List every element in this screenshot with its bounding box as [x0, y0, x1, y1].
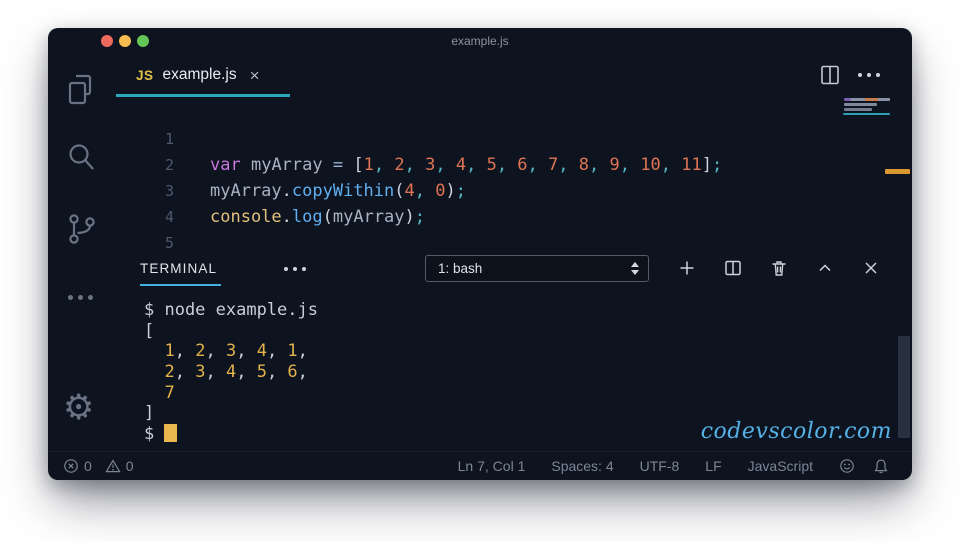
- editor-more-icon[interactable]: [858, 73, 880, 77]
- code-line: 1 var myArray = [1, 2, 3, 4, 5, 6, 7, 8,…: [48, 100, 838, 175]
- errors-count[interactable]: 0: [84, 458, 92, 474]
- terminal-panel-tab[interactable]: TERMINAL: [140, 261, 217, 276]
- warnings-count[interactable]: 0: [126, 458, 134, 474]
- settings-gear-icon[interactable]: ⚙: [63, 390, 94, 426]
- code-line: 5: [48, 204, 838, 252]
- feedback-smiley-icon[interactable]: [839, 458, 855, 474]
- errors-icon[interactable]: [63, 458, 79, 474]
- indentation[interactable]: Spaces: 4: [551, 458, 613, 474]
- terminal-tab-underline: [140, 284, 221, 286]
- terminal-line: ]: [144, 403, 155, 424]
- eol-sequence[interactable]: LF: [705, 458, 721, 474]
- terminal-output[interactable]: $ node example.js [ 1, 2, 3, 4, 1, 2, 3,…: [144, 300, 318, 445]
- editor-area[interactable]: 1 var myArray = [1, 2, 3, 4, 5, 6, 7, 8,…: [48, 98, 912, 252]
- terminal-line: 2, 3, 4, 5, 6,: [164, 362, 308, 383]
- tab-close-icon[interactable]: ×: [250, 67, 260, 84]
- code-line: 4: [48, 178, 838, 226]
- vscode-window: example.js ⚙ JS example.js × 1 var myArr…: [48, 28, 912, 480]
- status-bar: 0 0 Ln 7, Col 1 Spaces: 4 UTF-8 LF JavaS…: [48, 451, 912, 480]
- new-terminal-icon[interactable]: [677, 258, 697, 278]
- code-line: 2 myArray.copyWithin(4, 0);: [48, 126, 838, 201]
- terminal-select-value: 1: bash: [438, 261, 483, 276]
- tab-label: example.js: [162, 66, 237, 83]
- notifications-bell-icon[interactable]: [873, 458, 889, 474]
- language-mode[interactable]: JavaScript: [748, 458, 813, 474]
- terminal-select[interactable]: 1: bash: [425, 255, 649, 282]
- maximize-panel-chevron-icon[interactable]: [815, 258, 835, 278]
- split-editor-icon[interactable]: [820, 64, 840, 86]
- line-number: 5: [164, 234, 174, 252]
- title-bar: example.js: [48, 28, 912, 54]
- code-line: 3 console.log(myArray);: [48, 152, 838, 227]
- page-background: example.js ⚙ JS example.js × 1 var myArr…: [0, 0, 960, 542]
- select-arrows-icon: [631, 262, 648, 275]
- panel-more-icon[interactable]: [284, 267, 306, 271]
- kill-terminal-trash-icon[interactable]: [769, 258, 789, 278]
- split-terminal-icon[interactable]: [723, 258, 743, 278]
- terminal-line: [: [144, 320, 155, 341]
- javascript-file-icon: JS: [136, 67, 154, 83]
- active-tab-underline: [116, 94, 290, 97]
- watermark: codevscolor.com: [700, 419, 892, 444]
- terminal-scrollbar[interactable]: [898, 336, 910, 438]
- terminal-line: 1, 2, 3, 4, 1,: [164, 341, 308, 362]
- encoding[interactable]: UTF-8: [640, 458, 680, 474]
- window-title: example.js: [451, 34, 509, 48]
- cursor-position[interactable]: Ln 7, Col 1: [458, 458, 526, 474]
- terminal-prompt-line: $: [144, 424, 318, 445]
- terminal-line: 7: [164, 382, 175, 403]
- warnings-icon[interactable]: [105, 458, 121, 474]
- tab-example-js[interactable]: JS example.js ×: [116, 56, 290, 94]
- close-panel-icon[interactable]: [861, 258, 881, 278]
- terminal-line: $ node example.js: [144, 300, 318, 320]
